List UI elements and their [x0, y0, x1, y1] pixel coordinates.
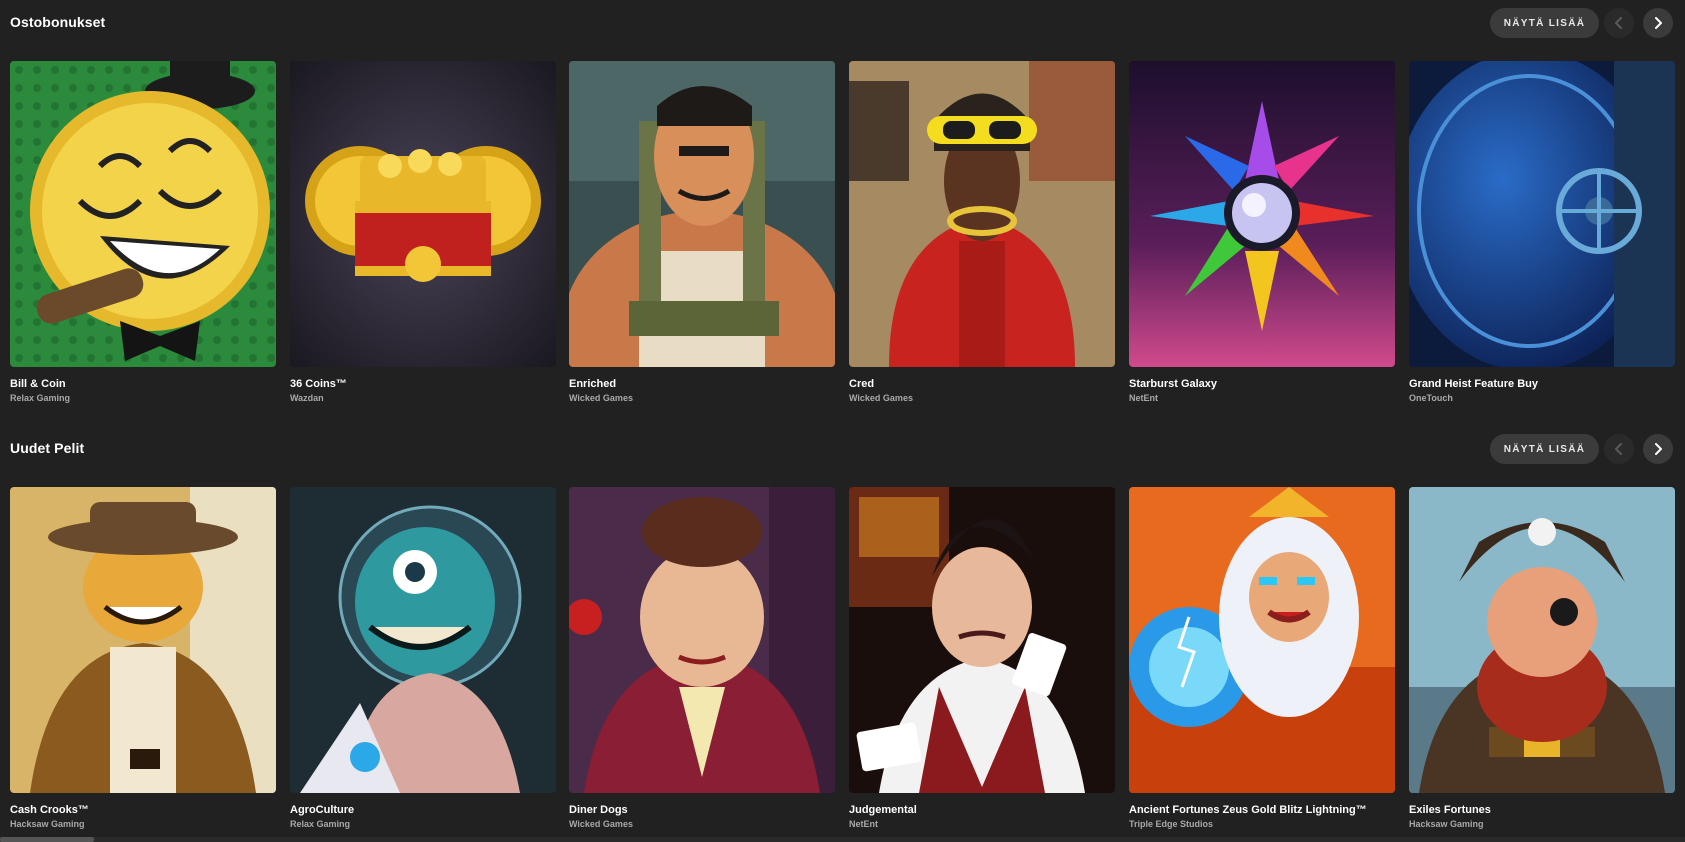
section-header: Uudet Pelit NÄYTÄ LISÄÄ [0, 426, 1685, 474]
game-provider: NetEnt [849, 819, 878, 829]
section-title: Ostobonukset [10, 14, 106, 30]
scrollbar-thumb[interactable] [0, 837, 94, 842]
game-thumbnail [569, 487, 835, 793]
game-card[interactable]: Diner Dogs Wicked Games [569, 487, 835, 829]
game-thumbnail [1409, 487, 1675, 793]
game-name: Ancient Fortunes Zeus Gold Blitz Lightni… [1129, 804, 1367, 816]
game-card[interactable]: Exiles Fortunes Hacksaw Gaming [1409, 487, 1675, 829]
show-more-button[interactable]: NÄYTÄ LISÄÄ [1490, 8, 1599, 38]
game-provider: Relax Gaming [290, 819, 351, 829]
game-name: Diner Dogs [569, 804, 628, 816]
game-card[interactable]: Bill & Coin Relax Gaming [10, 61, 276, 403]
game-thumbnail [1129, 487, 1395, 793]
game-provider: Hacksaw Gaming [10, 819, 85, 829]
game-provider: OneTouch [1409, 393, 1453, 403]
chevron-left-icon [1615, 443, 1622, 455]
page-scrollbar[interactable] [0, 837, 1685, 842]
game-name: Bill & Coin [10, 378, 66, 390]
game-thumbnail [849, 61, 1115, 367]
game-card[interactable]: Grand Heist Feature Buy OneTouch [1409, 61, 1675, 403]
game-card[interactable]: Cash Crooks™ Hacksaw Gaming [10, 487, 276, 829]
game-card[interactable]: Enriched Wicked Games [569, 61, 835, 403]
game-provider: Wicked Games [849, 393, 913, 403]
game-thumbnail [10, 487, 276, 793]
game-name: Judgemental [849, 804, 917, 816]
section-title: Uudet Pelit [10, 440, 85, 456]
game-provider: Wicked Games [569, 819, 633, 829]
game-thumbnail [569, 61, 835, 367]
games-carousel: Cash Crooks™ Hacksaw Gaming AgroCulture [0, 487, 1685, 842]
game-card[interactable]: Cred Wicked Games [849, 61, 1115, 403]
game-name: Exiles Fortunes [1409, 804, 1491, 816]
game-provider: Wicked Games [569, 393, 633, 403]
chevron-right-icon [1655, 17, 1662, 29]
game-provider: NetEnt [1129, 393, 1158, 403]
game-thumbnail [1129, 61, 1395, 367]
chevron-left-icon [1615, 17, 1622, 29]
carousel-prev-button[interactable] [1604, 434, 1634, 464]
game-thumbnail [10, 61, 276, 367]
game-name: AgroCulture [290, 804, 355, 816]
show-more-button[interactable]: NÄYTÄ LISÄÄ [1490, 434, 1599, 464]
game-provider: Hacksaw Gaming [1409, 819, 1484, 829]
game-card[interactable]: 36 Coins™ Wazdan [290, 61, 556, 403]
game-provider: Wazdan [290, 393, 324, 403]
game-thumbnail [290, 487, 556, 793]
game-thumbnail [849, 487, 1115, 793]
game-name: 36 Coins™ [290, 378, 347, 390]
section-header: Ostobonukset NÄYTÄ LISÄÄ [0, 0, 1685, 48]
carousel-next-button[interactable] [1643, 8, 1673, 38]
game-name: Cash Crooks™ [10, 804, 89, 816]
game-card[interactable]: AgroCulture Relax Gaming [290, 487, 556, 829]
chevron-right-icon [1655, 443, 1662, 455]
game-card[interactable]: Starburst Galaxy NetEnt [1129, 61, 1395, 403]
game-provider: Triple Edge Studios [1129, 819, 1214, 829]
game-thumbnail [1409, 61, 1675, 367]
game-name: Starburst Galaxy [1129, 378, 1218, 390]
carousel-next-button[interactable] [1643, 434, 1673, 464]
game-name: Grand Heist Feature Buy [1409, 378, 1538, 390]
game-card[interactable]: Ancient Fortunes Zeus Gold Blitz Lightni… [1129, 487, 1395, 829]
carousel-prev-button[interactable] [1604, 8, 1634, 38]
game-provider: Relax Gaming [10, 393, 71, 403]
game-card[interactable]: Judgemental NetEnt [849, 487, 1115, 829]
game-name: Cred [849, 378, 875, 390]
game-name: Enriched [569, 378, 617, 390]
games-carousel: Bill & Coin Relax Gaming 36 Coins™ Wazda… [0, 61, 1685, 421]
game-thumbnail [290, 61, 556, 367]
